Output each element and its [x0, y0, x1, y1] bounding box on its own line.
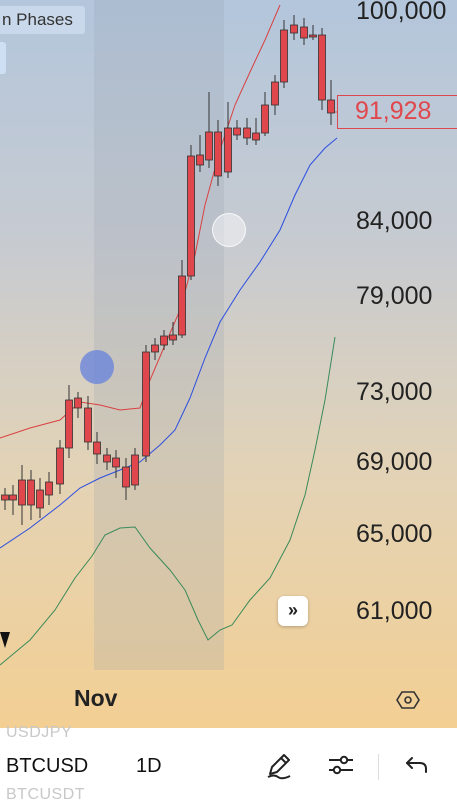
chart-area[interactable]: n Phases 100,000 91,928 84,000 79,000 73… — [0, 0, 457, 728]
undo-icon[interactable] — [402, 750, 432, 780]
draw-pen-icon[interactable] — [264, 750, 294, 780]
interval-selector[interactable]: 1D — [136, 755, 162, 778]
candle-body — [327, 99, 335, 114]
price-label-100000: 100,000 — [356, 0, 447, 25]
drawing-handle-end[interactable] — [212, 213, 246, 247]
candle-body — [178, 275, 186, 336]
candle-body — [271, 81, 279, 106]
candle-body — [196, 154, 204, 166]
bottom-toolbar: USDJPY BTCUSD 1D BTCUSDT — [0, 724, 457, 803]
price-label-79000: 79,000 — [356, 282, 433, 310]
settings-sliders-icon[interactable] — [326, 750, 356, 780]
candle-body — [318, 34, 326, 101]
symbol-ghost-btcusdt: BTCUSDT — [6, 786, 86, 803]
candle-body — [1, 494, 9, 501]
candle-body — [280, 29, 288, 83]
drawing-handle-start[interactable] — [80, 350, 114, 384]
indicator-label[interactable]: n Phases — [0, 6, 85, 34]
candle-body — [56, 447, 64, 485]
price-label-69000: 69,000 — [356, 448, 433, 476]
candle-body — [103, 454, 111, 463]
candle-body — [214, 131, 222, 177]
candle-body — [74, 397, 82, 409]
symbol-selector[interactable]: BTCUSD — [6, 755, 88, 778]
candle-body — [45, 481, 53, 496]
time-axis-label-nov: Nov — [74, 685, 118, 711]
candle-body — [205, 131, 213, 161]
candle-body — [131, 454, 139, 486]
price-label-65000: 65,000 — [356, 520, 433, 548]
drawing-marker — [0, 632, 10, 648]
date-range-highlight — [94, 0, 224, 670]
candle-body — [224, 127, 232, 173]
candle-body — [36, 489, 44, 509]
candle-body — [290, 24, 298, 34]
candle-body — [252, 132, 260, 141]
price-label-84000: 84,000 — [356, 207, 433, 235]
candle-body — [93, 441, 101, 455]
candle-body — [300, 26, 308, 39]
candle-body — [187, 155, 195, 277]
candle-body — [233, 127, 241, 136]
chart-settings-icon[interactable] — [396, 688, 420, 712]
candle-body — [142, 351, 150, 457]
price-label-61000: 61,000 — [356, 597, 433, 625]
candle-body — [112, 457, 120, 468]
candle-body — [18, 479, 26, 506]
symbol-ghost-usdjpy: USDJPY — [6, 724, 73, 741]
candle-body — [9, 494, 17, 501]
candle-body — [169, 334, 177, 341]
candle-body — [84, 407, 92, 443]
candle-body — [151, 344, 159, 353]
candle-body — [27, 479, 35, 506]
toolbar-divider — [378, 754, 379, 780]
scroll-to-realtime-button[interactable]: » — [278, 596, 308, 626]
candle-body — [160, 335, 168, 346]
candle-body — [122, 466, 130, 488]
candle-body — [261, 104, 269, 134]
candle-body — [309, 34, 317, 38]
indicator-tab[interactable] — [0, 42, 6, 74]
candle-body — [243, 127, 251, 139]
current-price-tag: 91,928 — [337, 95, 457, 129]
candle-body — [65, 399, 73, 449]
price-label-73000: 73,000 — [356, 378, 433, 406]
